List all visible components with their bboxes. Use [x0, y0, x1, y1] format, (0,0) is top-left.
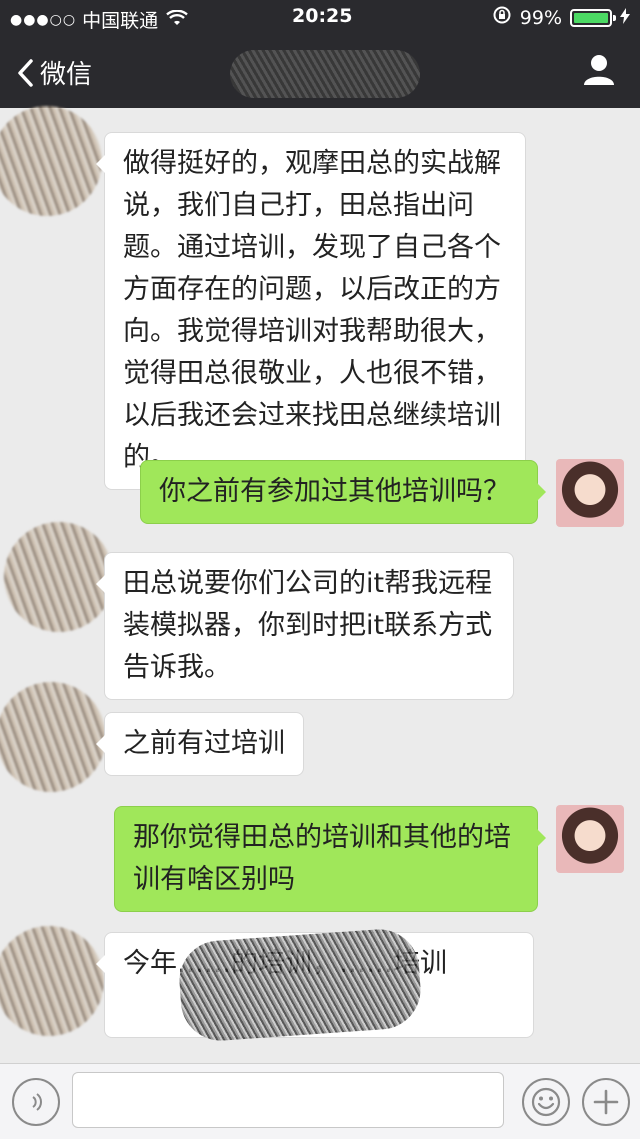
- my-avatar[interactable]: [556, 459, 624, 527]
- contact-avatar[interactable]: [0, 926, 104, 1036]
- charging-icon: [620, 7, 630, 29]
- contact-avatar[interactable]: [0, 682, 106, 792]
- contact-avatar[interactable]: [0, 106, 102, 216]
- person-icon: [584, 55, 614, 85]
- nav-bar: 微信: [0, 34, 640, 108]
- battery-percent: 99%: [519, 6, 562, 29]
- voice-input-button[interactable]: [12, 1078, 60, 1126]
- message-bubble-sent[interactable]: 你之前有参加过其他培训吗？: [140, 460, 546, 524]
- back-label: 微信: [40, 60, 93, 90]
- redacted-chat-title: [230, 50, 420, 98]
- smiley-icon: [531, 1087, 561, 1117]
- profile-button[interactable]: [582, 52, 616, 90]
- voice-icon: [32, 1093, 42, 1111]
- back-button[interactable]: 微信: [16, 54, 92, 91]
- wifi-icon: [166, 9, 188, 31]
- redaction-scribble: [176, 926, 424, 1044]
- message-bubble-received[interactable]: 之前有过培训: [96, 712, 304, 776]
- message-input[interactable]: [72, 1072, 504, 1128]
- input-bar: [0, 1063, 640, 1139]
- rotation-lock-icon: [492, 5, 512, 30]
- signal-strength-icon: ●●●○○: [10, 11, 77, 28]
- message-bubble-received[interactable]: 田总说要你们公司的it帮我远程装模拟器，你到时把it联系方式告诉我。: [96, 552, 514, 700]
- carrier-name: 中国联通: [82, 10, 159, 32]
- status-bar: ●●●○○ 中国联通 20:25 99%: [0, 0, 640, 34]
- status-time: 20:25: [292, 5, 353, 27]
- emoji-button[interactable]: [522, 1078, 570, 1126]
- battery-icon: [570, 8, 616, 27]
- my-avatar[interactable]: [556, 805, 624, 873]
- message-bubble-received[interactable]: 做得挺好的，观摩田总的实战解说，我们自己打，田总指出问题。通过培训，发现了自己各…: [96, 132, 526, 490]
- chevron-left-icon: [18, 58, 33, 87]
- chat-area[interactable]: 做得挺好的，观摩田总的实战解说，我们自己打，田总指出问题。通过培训，发现了自己各…: [0, 106, 640, 1063]
- more-button[interactable]: [582, 1078, 630, 1126]
- message-bubble-sent[interactable]: 那你觉得田总的培训和其他的培训有啥区别吗: [114, 806, 546, 912]
- plus-icon: [593, 1089, 619, 1115]
